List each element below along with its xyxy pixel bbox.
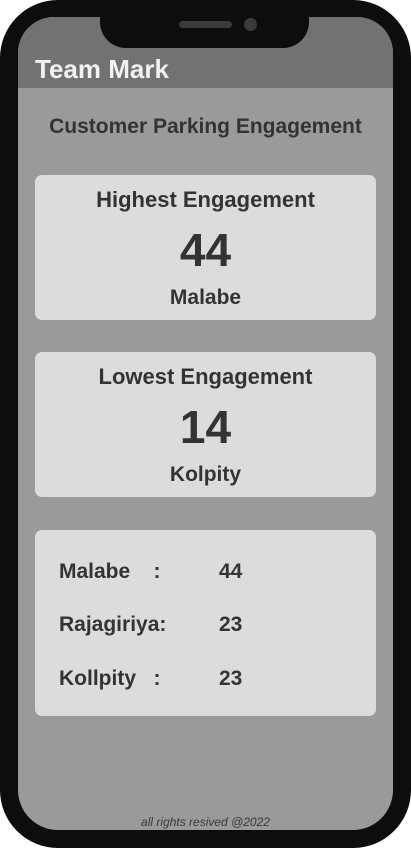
highest-engagement-value: 44 [179, 224, 232, 276]
list-item-value: 23 [219, 667, 243, 690]
lowest-engagement-location: Kolpity [169, 463, 242, 486]
lowest-engagement-card[interactable]: Lowest Engagement 14 Kolpity [35, 352, 376, 497]
list-item-name: Malabe : [59, 560, 161, 583]
list-item-value: 23 [219, 613, 243, 636]
list-item[interactable]: Kollpity : 23 [59, 667, 359, 695]
app-title: Team Mark [35, 54, 169, 84]
highest-engagement-location: Malabe [169, 286, 242, 309]
speaker-grille [179, 21, 232, 28]
highest-engagement-card[interactable]: Highest Engagement 44 Malabe [35, 175, 376, 320]
page-title: Customer Parking Engagement [49, 115, 362, 138]
app-screen: Team Mark Customer Parking Engagement Hi… [18, 17, 393, 830]
list-item-value: 44 [219, 560, 243, 583]
footer-copyright: all rights resived @2022 [141, 815, 270, 829]
list-item[interactable]: Rajagiriya: 23 [59, 613, 359, 641]
list-item[interactable]: Malabe : 44 [59, 560, 359, 588]
lowest-engagement-value: 14 [179, 401, 232, 453]
engagement-list-card: Malabe : 44 Rajagiriya: 23 Kollpity : 23 [35, 530, 376, 716]
list-item-name: Rajagiriya: [59, 613, 167, 636]
lowest-engagement-heading: Lowest Engagement [98, 364, 313, 389]
phone-frame: Team Mark Customer Parking Engagement Hi… [0, 0, 411, 848]
front-camera [244, 18, 257, 31]
list-item-name: Kollpity : [59, 667, 161, 690]
highest-engagement-heading: Highest Engagement [96, 187, 315, 212]
